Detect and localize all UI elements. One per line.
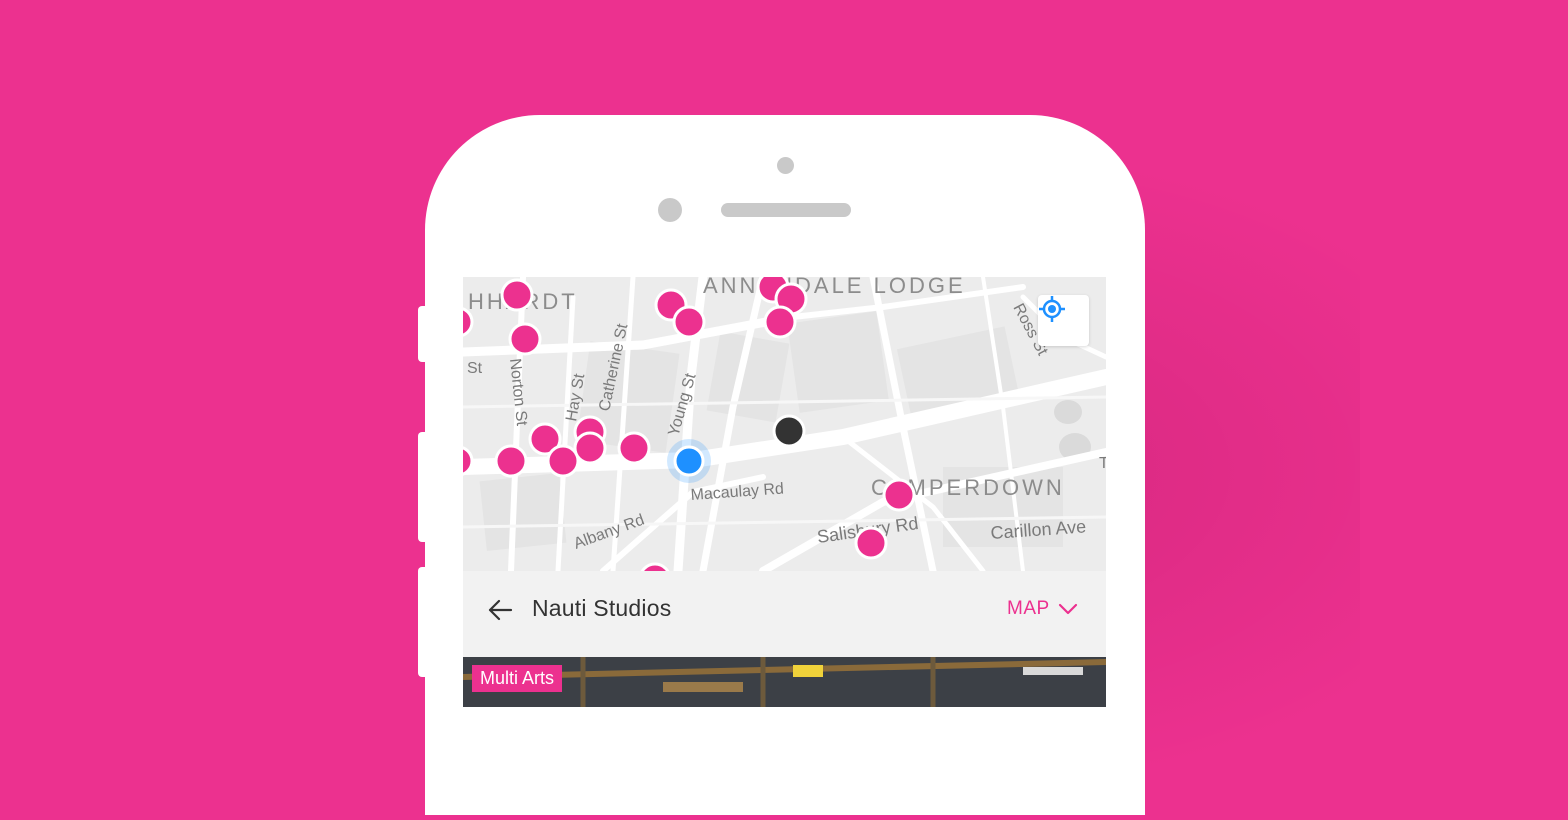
locate-me-button[interactable] bbox=[1038, 295, 1089, 346]
area-label-annandale-lodge: ANNANDALE LODGE bbox=[703, 277, 966, 298]
street-label-st: St bbox=[467, 360, 483, 377]
street-label-albany-rd: Albany Rd bbox=[572, 512, 647, 553]
phone-speaker bbox=[721, 203, 851, 217]
venue-header: Nauti Studios MAP bbox=[463, 571, 1106, 657]
map-canvas[interactable]: HHARDT ANNANDALE LODGE CAMPERDOWN Norton… bbox=[463, 277, 1106, 571]
venue-marker[interactable] bbox=[640, 562, 670, 571]
venue-marker[interactable] bbox=[573, 431, 607, 465]
venue-marker[interactable] bbox=[508, 322, 542, 356]
map-toggle-label: MAP bbox=[1007, 598, 1050, 619]
arrow-left-icon[interactable] bbox=[487, 597, 513, 623]
venue-marker[interactable] bbox=[672, 305, 706, 339]
street-label-macaulay-rd: Macaulay Rd bbox=[690, 481, 784, 504]
map-toggle-button[interactable]: MAP bbox=[1007, 598, 1078, 620]
map-view[interactable]: HHARDT ANNANDALE LODGE CAMPERDOWN Norton… bbox=[463, 277, 1106, 571]
venue-marker[interactable] bbox=[494, 444, 528, 478]
venue-marker[interactable] bbox=[546, 444, 580, 478]
chevron-down-icon bbox=[1058, 603, 1077, 615]
venue-marker[interactable] bbox=[617, 431, 651, 465]
venue-marker[interactable] bbox=[882, 478, 916, 512]
category-badge: Multi Arts bbox=[472, 665, 563, 692]
street-label-t: T bbox=[1099, 455, 1106, 472]
venue-marker[interactable] bbox=[763, 305, 797, 339]
venue-marker[interactable] bbox=[500, 278, 534, 312]
selected-venue-marker[interactable] bbox=[772, 414, 806, 448]
crosshair-location-icon bbox=[1039, 296, 1065, 322]
phone-camera bbox=[777, 157, 794, 174]
street-label-norton-st: Norton St bbox=[506, 358, 530, 428]
phone-screen: HHARDT ANNANDALE LODGE CAMPERDOWN Norton… bbox=[463, 277, 1106, 707]
venue-marker[interactable] bbox=[854, 526, 888, 560]
user-location-marker bbox=[673, 445, 705, 477]
phone-sensor bbox=[658, 198, 682, 222]
venue-title: Nauti Studios bbox=[532, 595, 672, 621]
